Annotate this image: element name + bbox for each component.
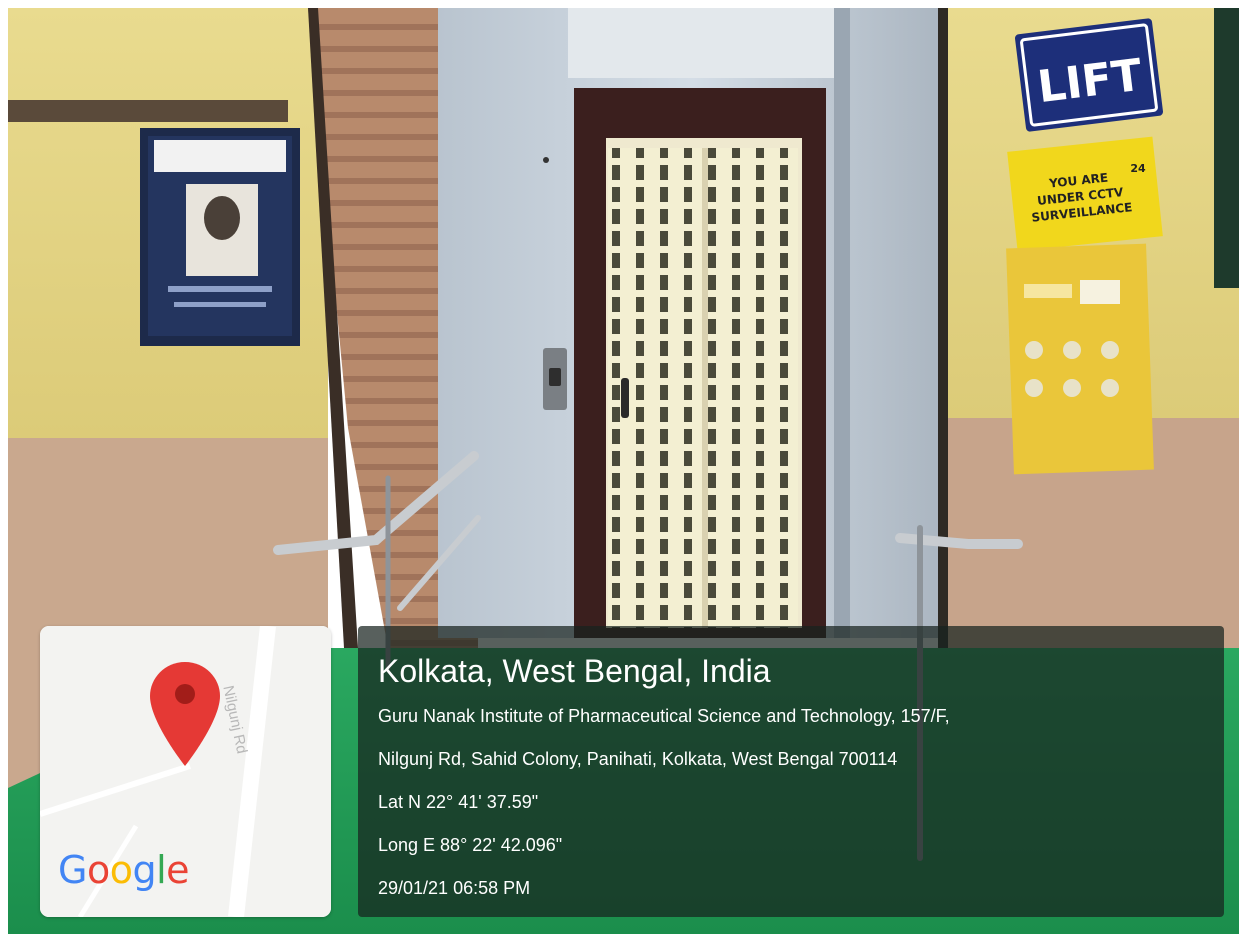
- google-logo-letter: G: [58, 848, 87, 892]
- google-logo-letter: o: [109, 848, 133, 892]
- covid-poster: [1006, 243, 1154, 475]
- google-logo-letter: g: [132, 848, 157, 892]
- longitude: Long E 88° 22' 42.096": [378, 835, 563, 855]
- framed-portrait: [140, 128, 300, 346]
- google-logo-letter: o: [86, 848, 110, 892]
- geotag-info-panel: Kolkata, West Bengal, India Guru Nanak I…: [358, 626, 1224, 917]
- wall-shelf: [8, 100, 288, 122]
- address-line-1: Guru Nanak Institute of Pharmaceutical S…: [378, 706, 950, 726]
- location-title: Kolkata, West Bengal, India: [378, 653, 771, 689]
- location-map-card: Nilgunj Rd Google: [40, 626, 331, 917]
- address-line-2: Nilgunj Rd, Sahid Colony, Panihati, Kolk…: [378, 749, 898, 769]
- google-logo-letter: l: [156, 848, 167, 892]
- google-logo-letter: e: [166, 848, 190, 892]
- cctv-surveillance-sign: YOU ARE UNDER CCTV SURVEILLANCE 24: [1007, 136, 1163, 252]
- cctv-sign-badge: 24: [1130, 162, 1146, 175]
- latitude: Lat N 22° 41' 37.59": [378, 792, 539, 812]
- google-logo: Google: [58, 848, 190, 892]
- timestamp: 29/01/21 06:58 PM: [378, 878, 531, 898]
- lift-sign: LIFT: [1015, 18, 1163, 132]
- geotag-photo: LIFT YOU ARE UNDER CCTV SURVEILLANCE 24: [0, 0, 1247, 942]
